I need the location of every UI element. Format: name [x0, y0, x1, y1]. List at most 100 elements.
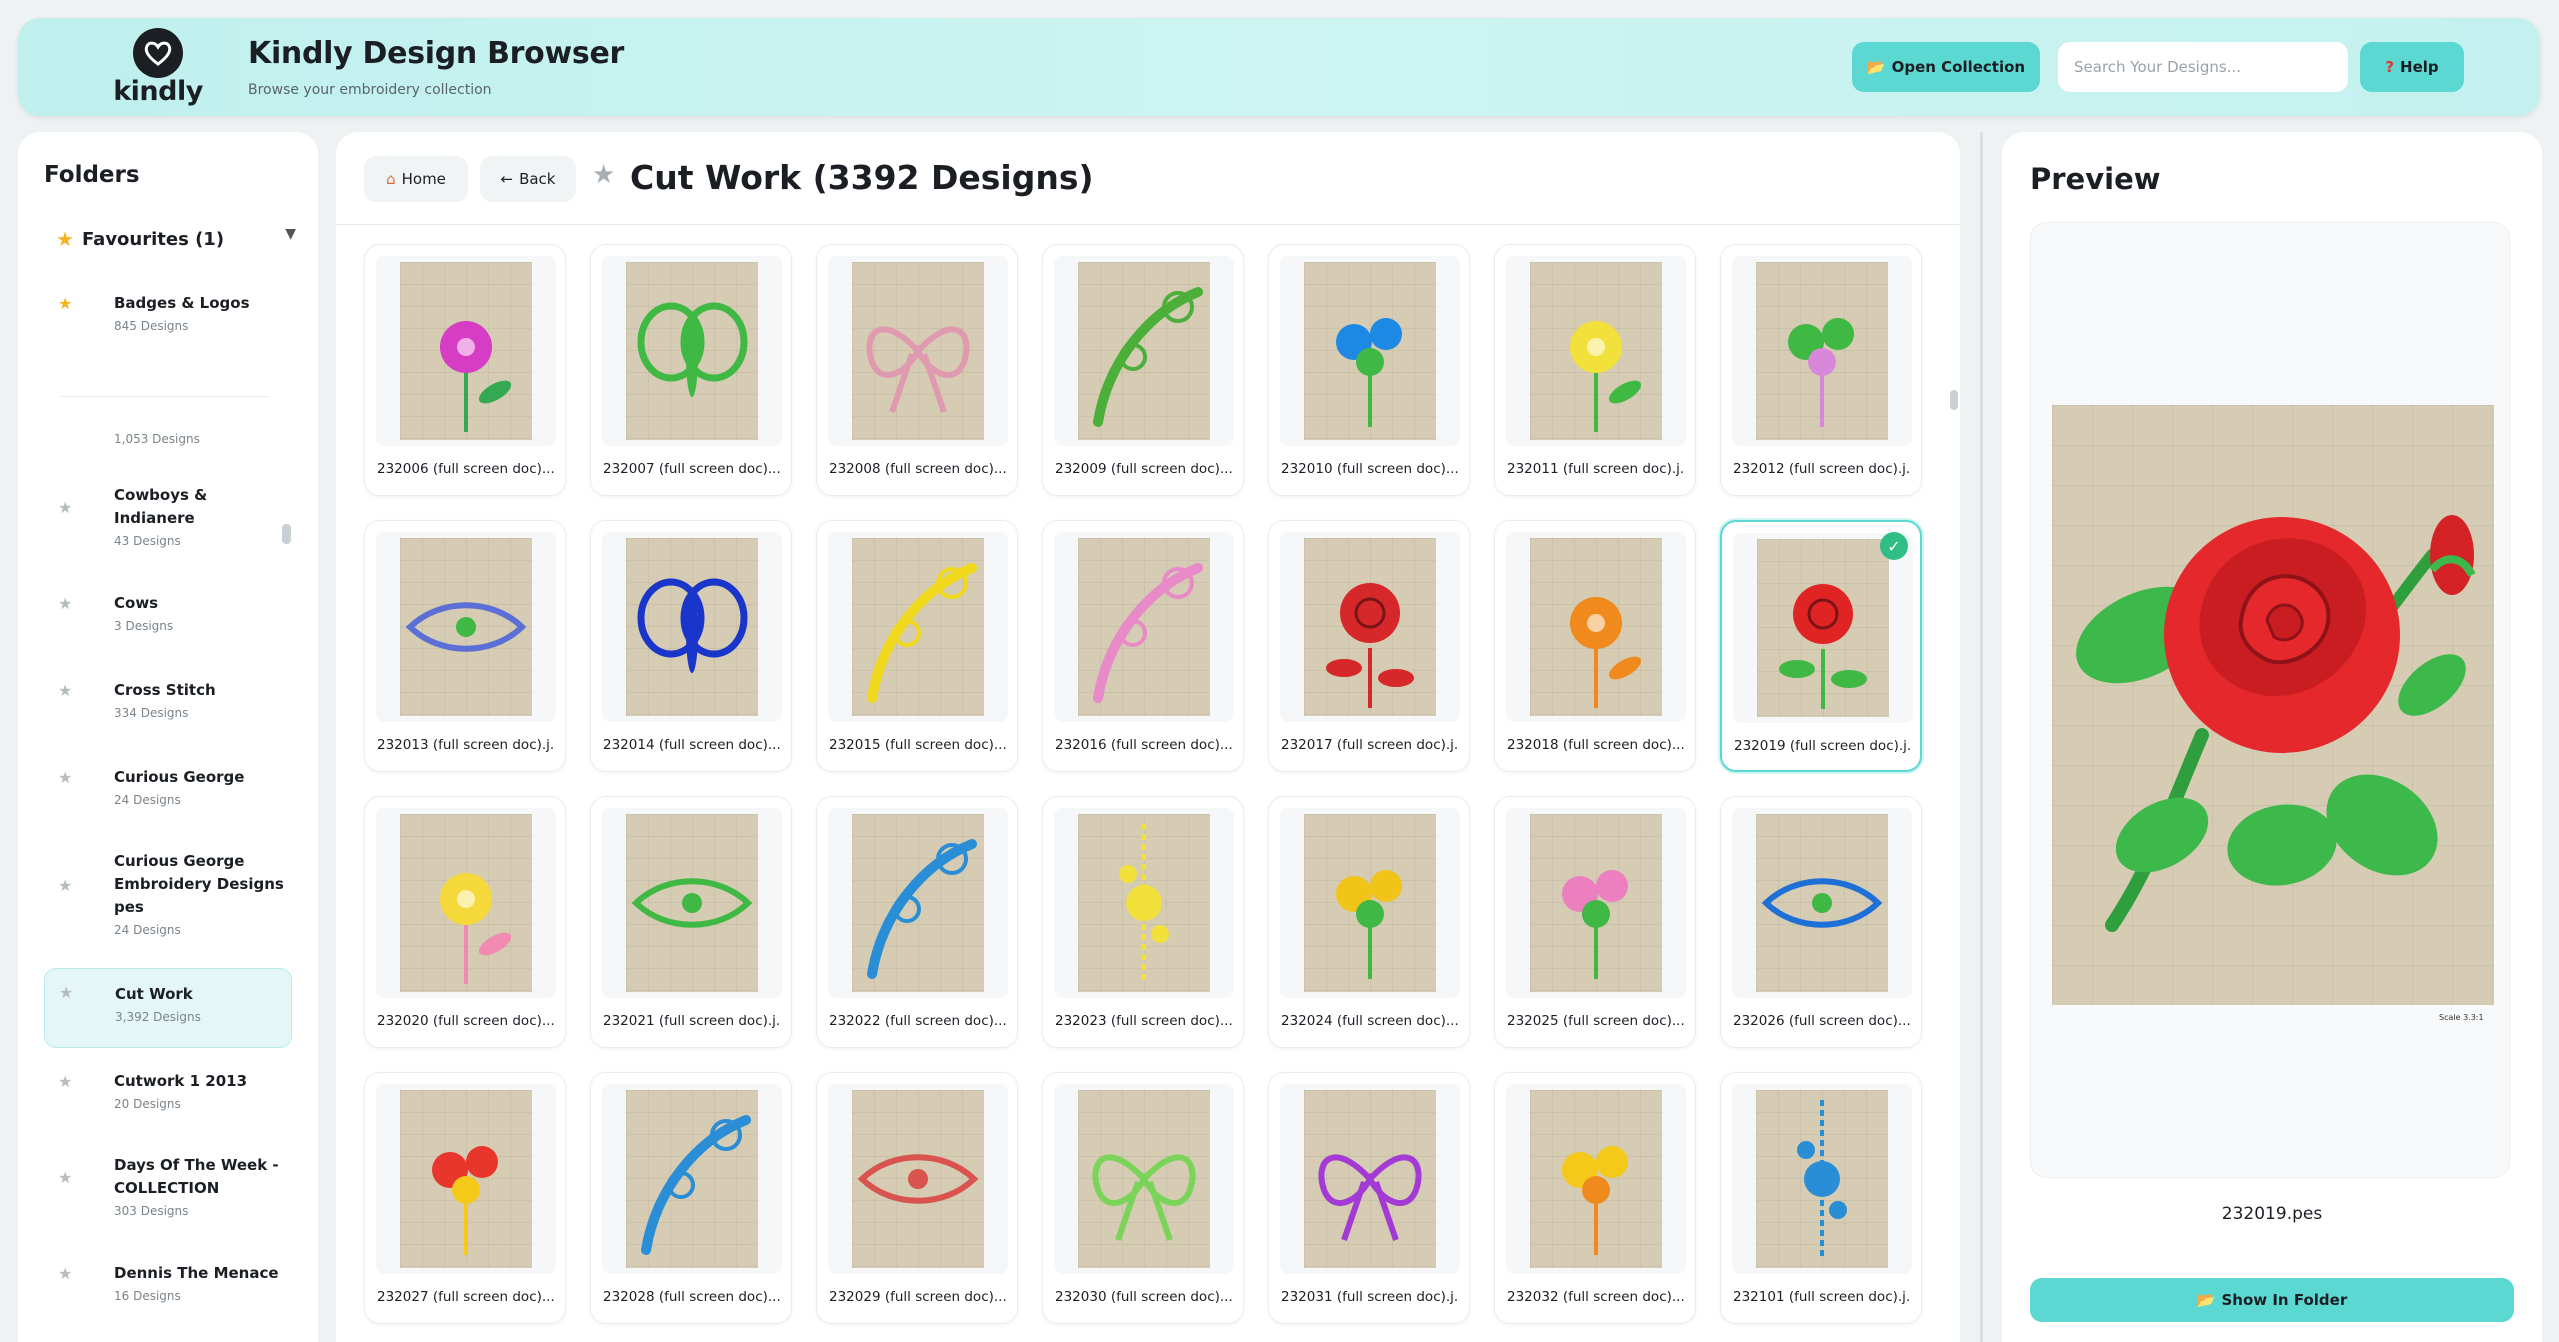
sidebar-item-cowboys[interactable]: ★ Cowboys & Indianere 43 Designs	[44, 484, 292, 548]
design-thumbnail-frame	[376, 532, 556, 722]
design-card[interactable]: 232031 (full screen doc).j...	[1268, 1072, 1470, 1324]
folder-name: Cross Stitch	[114, 681, 216, 699]
home-button[interactable]: ⌂ Home	[364, 156, 468, 202]
sidebar-scrollbar[interactable]	[282, 524, 291, 544]
design-card[interactable]: 232028 (full screen doc)....	[590, 1072, 792, 1324]
design-card[interactable]: 232008 (full screen doc)...	[816, 244, 1018, 496]
design-filename: 232101 (full screen doc).j...	[1733, 1289, 1911, 1305]
design-thumbnail	[626, 262, 758, 440]
design-thumbnail	[1530, 262, 1662, 440]
back-label: Back	[519, 170, 556, 188]
design-thumbnail	[852, 1090, 984, 1268]
design-card[interactable]: 232013 (full screen doc).j...	[364, 520, 566, 772]
design-card[interactable]: 232024 (full screen doc)....	[1268, 796, 1470, 1048]
embroidery-motif-image	[867, 563, 977, 703]
sidebar-item-dennis[interactable]: ★ Dennis The Menace 16 Designs	[44, 1262, 292, 1303]
sidebar-item-cut-work[interactable]: ★ Cut Work 3,392 Designs	[44, 968, 292, 1048]
folder-name: Days Of The Week - COLLECTION	[114, 1156, 279, 1197]
design-card[interactable]: 232010 (full screen doc)....	[1268, 244, 1470, 496]
embroidery-motif-image	[1336, 318, 1402, 427]
design-card[interactable]: 232023 (full screen doc)....	[1042, 796, 1244, 1048]
app-header: kindly Kindly Design Browser Browse your…	[18, 18, 2540, 116]
design-card[interactable]: 232016 (full screen doc)....	[1042, 520, 1244, 772]
design-thumbnail	[626, 814, 758, 992]
star-icon[interactable]: ★	[58, 498, 72, 517]
sidebar-item-cross-stitch[interactable]: ★ Cross Stitch 334 Designs	[44, 679, 292, 720]
design-filename: 232012 (full screen doc).j...	[1733, 461, 1911, 477]
design-card[interactable]: 232014 (full screen doc)....	[590, 520, 792, 772]
design-card[interactable]: 232007 (full screen doc)....	[590, 244, 792, 496]
design-filename: 232023 (full screen doc)....	[1055, 1013, 1233, 1029]
embroidery-motif-image	[1336, 870, 1402, 979]
design-thumbnail	[1078, 814, 1210, 992]
question-icon: ?	[2385, 58, 2395, 76]
design-filename: 232029 (full screen doc)....	[829, 1289, 1007, 1305]
favourites-toggle[interactable]: ★ Favourites (1) ▼	[56, 222, 296, 256]
design-thumbnail	[1756, 1090, 1888, 1268]
design-card[interactable]: 232029 (full screen doc)....	[816, 1072, 1018, 1324]
design-card[interactable]: 232026 (full screen doc)....	[1720, 796, 1922, 1048]
design-card[interactable]: 232101 (full screen doc).j...	[1720, 1072, 1922, 1324]
star-icon[interactable]: ★	[58, 294, 72, 313]
star-icon[interactable]: ★	[59, 983, 73, 1002]
design-thumbnail-frame	[1506, 532, 1686, 722]
design-card[interactable]: 232018 (full screen doc)....	[1494, 520, 1696, 772]
design-card[interactable]: 232006 (full screen doc)...	[364, 244, 566, 496]
design-card[interactable]: 232017 (full screen doc).j...	[1268, 520, 1470, 772]
design-thumbnail-frame	[1280, 1084, 1460, 1274]
app-title: Kindly Design Browser	[248, 36, 624, 71]
design-thumbnail-frame	[602, 532, 782, 722]
star-icon[interactable]: ★	[58, 594, 72, 613]
design-thumbnail-frame	[1280, 532, 1460, 722]
sidebar-title: Folders	[44, 162, 140, 188]
design-card[interactable]: 232009 (full screen doc)...	[1042, 244, 1244, 496]
grid-scrollbar[interactable]	[1950, 390, 1958, 410]
design-thumbnail-frame	[1732, 808, 1912, 998]
design-card[interactable]: 232011 (full screen doc).j...	[1494, 244, 1696, 496]
design-card[interactable]: 232012 (full screen doc).j...	[1720, 244, 1922, 496]
star-icon[interactable]: ★	[58, 1264, 72, 1283]
star-icon[interactable]: ★	[58, 768, 72, 787]
embroidery-motif-image	[1318, 1154, 1422, 1241]
design-card[interactable]: 232020 (full screen doc)....	[364, 796, 566, 1048]
sidebar-item-days-of-week[interactable]: ★ Days Of The Week - COLLECTION 303 Desi…	[44, 1154, 292, 1218]
show-in-folder-button[interactable]: 📂 Show In Folder	[2030, 1278, 2514, 1322]
sidebar-item-curious-george[interactable]: ★ Curious George 24 Designs	[44, 766, 292, 807]
embroidery-motif-image	[440, 873, 512, 984]
design-thumbnail	[1078, 1090, 1210, 1268]
design-card[interactable]: 232015 (full screen doc)....	[816, 520, 1018, 772]
sidebar-item-cows[interactable]: ★ Cows 3 Designs	[44, 592, 292, 633]
design-card[interactable]: 232021 (full screen doc).j...	[590, 796, 792, 1048]
panel-divider[interactable]	[1980, 132, 1983, 1342]
help-button[interactable]: ? Help	[2360, 42, 2464, 92]
design-card[interactable]: 232027 (full screen doc)....	[364, 1072, 566, 1324]
sidebar-item-unnamed[interactable]: 1,053 Designs	[44, 428, 292, 446]
star-icon[interactable]: ★	[58, 1168, 72, 1187]
design-card[interactable]: 232022 (full screen doc)....	[816, 796, 1018, 1048]
design-thumbnail-frame	[1732, 256, 1912, 446]
design-thumbnail	[1078, 538, 1210, 716]
star-icon[interactable]: ★	[58, 681, 72, 700]
back-button[interactable]: ← Back	[480, 156, 576, 202]
sidebar-item-badges-logos[interactable]: ★ Badges & Logos 845 Designs	[44, 292, 292, 333]
search-input[interactable]	[2058, 42, 2348, 92]
star-icon[interactable]: ★	[58, 876, 72, 895]
design-card[interactable]: 232032 (full screen doc)....	[1494, 1072, 1696, 1324]
design-thumbnail-frame	[1733, 533, 1913, 723]
design-thumbnail-frame	[376, 1084, 556, 1274]
star-icon: ★	[56, 227, 74, 251]
star-icon[interactable]: ★	[58, 1072, 72, 1091]
design-card[interactable]: 232030 (full screen doc)....	[1042, 1072, 1244, 1324]
chevron-down-icon[interactable]: ▼	[285, 226, 296, 242]
folder-count: 3 Designs	[114, 619, 174, 633]
open-collection-button[interactable]: 📂 Open Collection	[1852, 42, 2040, 92]
design-filename: 232027 (full screen doc)....	[377, 1289, 555, 1305]
preview-filename: 232019.pes	[2221, 1204, 2323, 1224]
design-card[interactable]: 232019 (full screen doc).j... ✓	[1720, 520, 1922, 772]
design-grid-panel: ⌂ Home ← Back ★ Cut Work (3392 Designs) …	[336, 132, 1960, 1342]
preview-image	[2052, 405, 2494, 1005]
sidebar-item-curious-george-pes[interactable]: ★ Curious George Embroidery Designs pes …	[44, 850, 292, 937]
design-card[interactable]: 232025 (full screen doc)....	[1494, 796, 1696, 1048]
sidebar-item-cutwork-2013[interactable]: ★ Cutwork 1 2013 20 Designs	[44, 1070, 292, 1111]
favourite-star-icon[interactable]: ★	[592, 160, 615, 190]
